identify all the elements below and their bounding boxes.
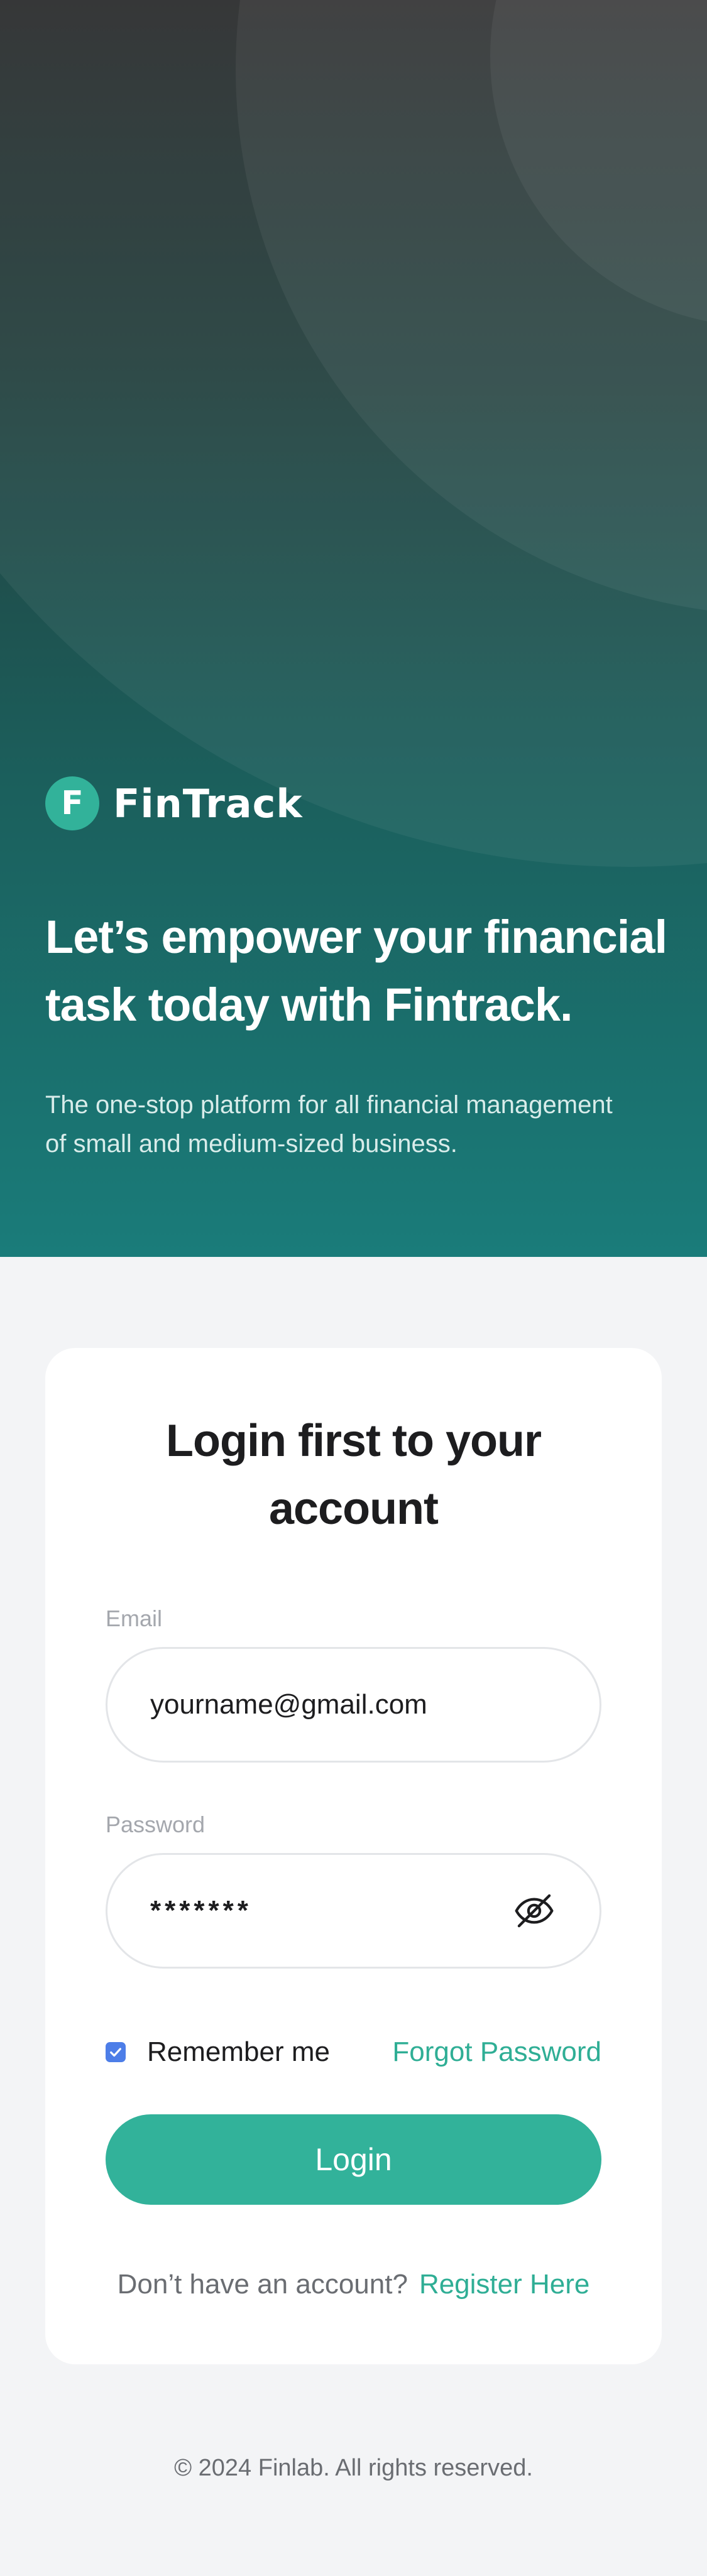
hero-description-line-1: The one-stop platform for all financial … bbox=[45, 1091, 613, 1119]
email-field[interactable]: yourname@gmail.com bbox=[106, 1647, 601, 1763]
register-link[interactable]: Register Here bbox=[419, 2269, 589, 2300]
password-field[interactable]: ******* bbox=[106, 1853, 601, 1969]
login-button[interactable]: Login bbox=[106, 2114, 601, 2205]
brand-logo: F FinTrack bbox=[45, 776, 303, 830]
register-prompt: Don’t have an account? Register Here bbox=[45, 2269, 662, 2300]
password-value: ******* bbox=[150, 1895, 252, 1926]
login-title-line-2: account bbox=[268, 1484, 439, 1534]
forgot-password-link[interactable]: Forgot Password bbox=[392, 2033, 601, 2072]
login-title-line-1: Login first to your bbox=[166, 1416, 542, 1466]
email-value: yourname@gmail.com bbox=[150, 1689, 427, 1720]
brand-name: FinTrack bbox=[113, 780, 303, 827]
footer-copyright: © 2024 Finlab. All rights reserved. bbox=[174, 2455, 533, 2481]
checkbox-checked-icon[interactable] bbox=[106, 2042, 126, 2062]
hero-headline-line-1: Let’s empower your financial bbox=[45, 911, 667, 963]
hero-banner: F FinTrack Let’s empower your financial … bbox=[0, 0, 707, 1257]
remember-me-label: Remember me bbox=[147, 2036, 330, 2067]
brand-mark-icon: F bbox=[45, 776, 99, 830]
hero-headline: Let’s empower your financial task today … bbox=[45, 903, 674, 1039]
login-card: Login first to your account Email yourna… bbox=[45, 1348, 662, 2364]
remember-me-checkbox[interactable]: Remember me bbox=[106, 2033, 330, 2072]
email-label: Email bbox=[106, 1606, 163, 1631]
hero-description-line-2: of small and medium-sized business. bbox=[45, 1130, 458, 1158]
register-question: Don’t have an account? bbox=[117, 2269, 408, 2300]
password-label: Password bbox=[106, 1812, 206, 1837]
eye-off-icon[interactable] bbox=[512, 1888, 557, 1933]
hero-headline-line-2: task today with Fintrack. bbox=[45, 979, 573, 1031]
hero-description: The one-stop platform for all financial … bbox=[45, 1085, 674, 1163]
login-title: Login first to your account bbox=[45, 1407, 662, 1543]
